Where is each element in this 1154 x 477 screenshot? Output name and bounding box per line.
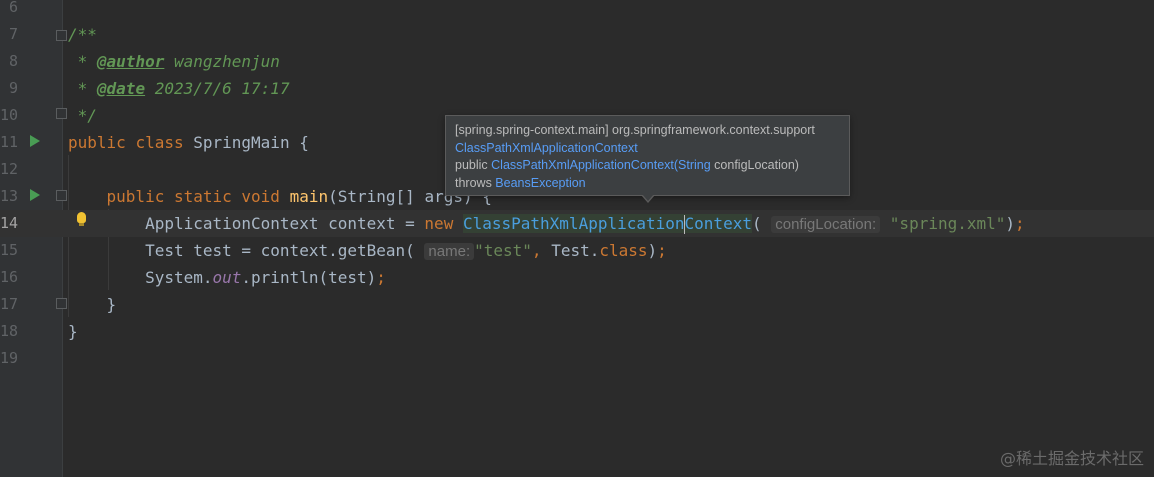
tooltip-arrow-fill bbox=[642, 194, 654, 201]
keyword: new bbox=[424, 214, 454, 233]
comma: , bbox=[531, 241, 542, 260]
class-declaration: SpringMain { bbox=[183, 133, 309, 152]
comment-start: /** bbox=[68, 25, 97, 44]
tooltip-param: configLocation) bbox=[710, 158, 799, 172]
javadoc-date-value: 2023/7/6 17:17 bbox=[145, 79, 290, 98]
fold-icon[interactable] bbox=[56, 108, 67, 119]
code-line: 19 bbox=[0, 345, 1154, 372]
statement: System. bbox=[145, 268, 213, 287]
string-literal: "test" bbox=[474, 241, 532, 260]
keyword: class bbox=[599, 241, 648, 260]
code-line: 7 /** bbox=[0, 21, 1154, 48]
code-line-current: 14 ApplicationContext context = new Clas… bbox=[0, 210, 1154, 237]
code-line: 8 * @author wangzhenjun bbox=[0, 48, 1154, 75]
class-name-part: Context bbox=[684, 214, 752, 233]
line-number: 8 bbox=[8, 52, 18, 70]
tooltip-constructor-link[interactable]: ClassPathXmlApplicationContext bbox=[491, 158, 674, 172]
line-number: 12 bbox=[0, 160, 19, 178]
line-number: 14 bbox=[0, 214, 19, 232]
paren: ) bbox=[647, 241, 658, 260]
line-number: 9 bbox=[8, 79, 18, 97]
comment-star: * bbox=[68, 79, 97, 98]
tooltip-signature-line: public ClassPathXmlApplicationContext(St… bbox=[455, 157, 840, 175]
tooltip-modifier: public bbox=[455, 158, 492, 172]
closing-brace: } bbox=[68, 295, 117, 314]
keyword: public bbox=[68, 133, 126, 152]
variable-assign: context = bbox=[318, 214, 425, 233]
type-name: ApplicationContext bbox=[145, 214, 319, 233]
code-line: 6 bbox=[0, 0, 1154, 21]
line-number: 13 bbox=[0, 187, 19, 205]
statement: Test test = context.getBean( bbox=[145, 241, 415, 260]
code-line: 9 * @date 2023/7/6 17:17 bbox=[0, 75, 1154, 102]
lightbulb-icon[interactable] bbox=[77, 212, 86, 226]
tooltip-exception-link[interactable]: BeansException bbox=[495, 176, 585, 190]
javadoc-author-tag[interactable]: @author bbox=[97, 52, 164, 71]
string-literal: "spring.xml" bbox=[889, 214, 1006, 233]
line-number: 6 bbox=[8, 0, 18, 16]
line-number: 15 bbox=[0, 241, 19, 259]
line-number: 19 bbox=[0, 349, 19, 367]
tooltip-string-link[interactable]: String bbox=[678, 158, 711, 172]
semicolon: ; bbox=[1015, 214, 1025, 233]
paren: ) bbox=[1005, 214, 1016, 233]
tooltip-throws-line: throws BeansException bbox=[455, 175, 840, 193]
method-name: main bbox=[289, 187, 329, 206]
fold-icon[interactable] bbox=[56, 30, 67, 41]
javadoc-date-tag[interactable]: @date bbox=[97, 79, 145, 98]
line-number: 18 bbox=[0, 322, 19, 340]
tooltip-throws: throws bbox=[455, 175, 496, 190]
static-field: out bbox=[212, 268, 242, 287]
class-name-part: ClassPathXmlApplication bbox=[462, 214, 685, 233]
keyword: class bbox=[135, 133, 184, 152]
run-main-icon[interactable] bbox=[30, 189, 40, 201]
keyword: static bbox=[173, 187, 232, 206]
quick-documentation-tooltip: [spring.spring-context.main] org.springf… bbox=[445, 115, 850, 196]
comment-end: */ bbox=[68, 106, 97, 125]
semicolon: ; bbox=[376, 268, 386, 287]
watermark: @稀土掘金技术社区 bbox=[999, 449, 1144, 468]
statement: .println(test) bbox=[241, 268, 377, 287]
line-number: 17 bbox=[0, 295, 19, 313]
comment-star: * bbox=[68, 52, 97, 71]
parameter-hint: configLocation: bbox=[771, 216, 881, 233]
closing-brace: } bbox=[68, 322, 78, 341]
keyword: void bbox=[241, 187, 280, 206]
class-reference-highlighted[interactable]: ClassPathXmlApplicationContext bbox=[462, 214, 752, 234]
code-line: 16 System.out.println(test); bbox=[0, 264, 1154, 291]
javadoc-author-value: wangzhenjun bbox=[164, 52, 280, 71]
fold-icon[interactable] bbox=[56, 190, 67, 201]
tooltip-class-link[interactable]: ClassPathXmlApplicationContext bbox=[455, 141, 638, 155]
code-line: 15 Test test = context.getBean( name: "te… bbox=[0, 237, 1154, 264]
line-number: 11 bbox=[0, 133, 19, 151]
statement: Test. bbox=[541, 241, 600, 260]
line-number: 16 bbox=[0, 268, 19, 286]
parameter-hint: name: bbox=[424, 243, 475, 260]
keyword: public bbox=[106, 187, 165, 206]
run-class-icon[interactable] bbox=[30, 135, 40, 147]
line-number: 10 bbox=[0, 106, 19, 124]
code-line: 18 } bbox=[0, 318, 1154, 345]
line-number: 7 bbox=[8, 25, 18, 43]
code-line: 17 } bbox=[0, 291, 1154, 318]
fold-icon[interactable] bbox=[56, 298, 67, 309]
tooltip-package-line: [spring.spring-context.main] org.springf… bbox=[455, 123, 815, 137]
paren: ( bbox=[751, 214, 762, 233]
semicolon: ; bbox=[657, 241, 667, 260]
